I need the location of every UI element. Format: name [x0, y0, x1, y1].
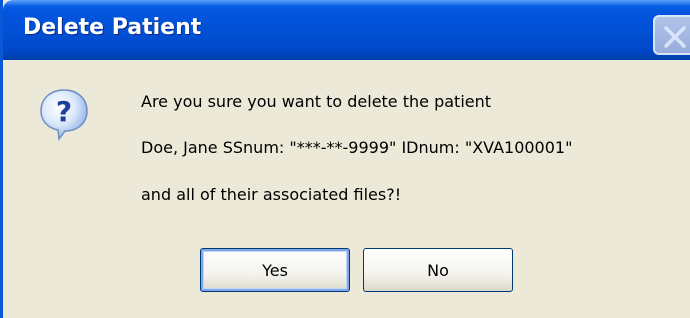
close-button[interactable]	[653, 15, 690, 55]
message-line-1: Are you sure you want to delete the pati…	[141, 92, 492, 111]
no-button[interactable]: No	[363, 248, 513, 292]
window-title: Delete Patient	[23, 15, 202, 40]
message-line-2-patient-info: Doe, Jane SSnum: "***-**-9999" IDnum: "X…	[141, 138, 573, 157]
question-icon: ?	[40, 89, 88, 141]
title-bar-shine	[3, 0, 690, 6]
message-line-3: and all of their associated files?!	[141, 185, 402, 204]
close-icon	[664, 26, 686, 48]
yes-button[interactable]: Yes	[200, 248, 350, 292]
svg-text:?: ?	[56, 95, 72, 128]
title-bar[interactable]: Delete Patient	[3, 0, 690, 60]
delete-patient-dialog: Delete Patient ? Are you sure you want t…	[0, 0, 690, 318]
dialog-body: ? Are you sure you want to delete the pa…	[3, 60, 690, 318]
